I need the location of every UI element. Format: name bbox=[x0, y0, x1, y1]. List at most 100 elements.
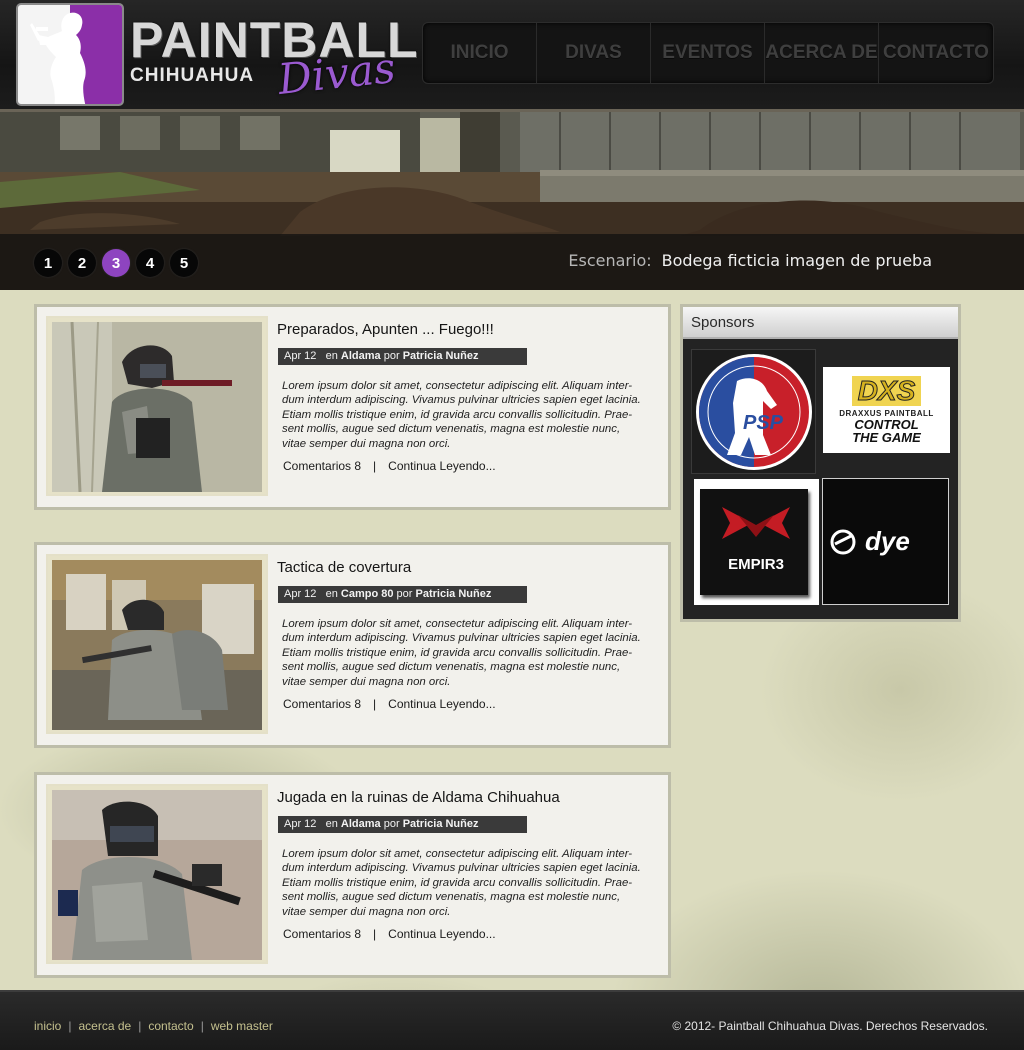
read-more-link[interactable]: Continua Leyendo... bbox=[388, 459, 495, 473]
footer-link-web-master[interactable]: web master bbox=[211, 1019, 273, 1033]
sponsor-dye-logo[interactable]: dye bbox=[822, 478, 949, 605]
footer-separator: | bbox=[68, 1019, 72, 1033]
post-actions-separator: | bbox=[373, 459, 377, 473]
dxs-logo-mark: DXS bbox=[851, 375, 922, 406]
site-footer: inicio | acerca de | contacto | web master © 2… bbox=[0, 990, 1024, 1050]
dye-logo-icon: dye bbox=[830, 526, 910, 556]
post-excerpt-line: Lorem ipsum dolor sit amet, consectetur … bbox=[282, 380, 633, 392]
slider-pagination: 1 2 3 4 5 bbox=[34, 249, 198, 277]
read-more-link[interactable]: Continua Leyendo... bbox=[388, 927, 495, 941]
hero-slider: 1 2 3 4 5 Escenario: Bodega ficticia imag… bbox=[0, 112, 1024, 290]
footer-separator: | bbox=[200, 1019, 204, 1033]
footer-link-acerca-de[interactable]: acerca de bbox=[78, 1019, 131, 1033]
post-excerpt: Lorem ipsum dolor sit amet, consectetur … bbox=[282, 379, 660, 451]
post-excerpt-line: vitae semper dui magna non orci. bbox=[282, 675, 451, 688]
main-nav: INICIO DIVAS EVENTOS ACERCA DE CONTACTO bbox=[422, 22, 994, 84]
nav-item-contacto[interactable]: CONTACTO bbox=[879, 23, 993, 83]
nav-item-acerca-de[interactable]: ACERCA DE bbox=[765, 23, 879, 83]
post-thumbnail[interactable] bbox=[46, 554, 268, 734]
slider-page-4[interactable]: 4 bbox=[136, 249, 164, 277]
post-title[interactable]: Jugada en la ruinas de Aldama Chihuahua bbox=[277, 789, 560, 806]
post-card: Jugada en la ruinas de Aldama Chihuahua … bbox=[34, 772, 671, 978]
post-author-link[interactable]: Patricia Nuñez bbox=[403, 350, 479, 362]
comments-link[interactable]: Comentarios 8 bbox=[283, 459, 361, 473]
post-in-label: en bbox=[325, 818, 338, 830]
post-date: Apr 12 bbox=[284, 350, 317, 362]
footer-separator: | bbox=[138, 1019, 142, 1033]
diva-silhouette-icon bbox=[30, 12, 86, 104]
nav-item-eventos[interactable]: EVENTOS bbox=[651, 23, 765, 83]
post-meta: Apr 12 en Aldama por Patricia Nuñez bbox=[278, 816, 527, 833]
post-title[interactable]: Tactica de covertura bbox=[277, 559, 411, 576]
post-in-label: en bbox=[325, 588, 338, 600]
post-meta: Apr 12 en Aldama por Patricia Nuñez bbox=[278, 348, 527, 365]
sponsor-psp-logo[interactable]: PSP bbox=[691, 349, 816, 474]
slider-caption: Escenario: Bodega ficticia imagen de prue… bbox=[568, 251, 932, 270]
sponsor-empire-logo[interactable]: EMPIR3 bbox=[694, 479, 819, 605]
post-excerpt-line: dum interdum adipiscing. Vivamus pulvina… bbox=[282, 394, 641, 407]
post-photo-image bbox=[52, 790, 262, 960]
post-thumbnail[interactable] bbox=[46, 316, 268, 496]
dye-logo-text: dye bbox=[865, 526, 910, 556]
post-excerpt-line: sent mollis, augue sed dictum venenatis,… bbox=[282, 423, 621, 436]
psp-logo-text: PSP bbox=[743, 412, 784, 434]
psp-logo-icon: PSP bbox=[695, 353, 812, 470]
slider-caption-label: Escenario: bbox=[568, 251, 652, 270]
post-excerpt-line: vitae semper dui magna non orci. bbox=[282, 905, 451, 918]
logo-wordmark[interactable]: PAINTBALL CHIHUAHUA Divas bbox=[130, 14, 420, 104]
post-category-link[interactable]: Campo 80 bbox=[341, 588, 394, 600]
post-card: Tactica de covertura Apr 12 en Campo 80 … bbox=[34, 542, 671, 748]
post-actions-separator: | bbox=[373, 697, 377, 711]
post-by-label: por bbox=[383, 350, 400, 362]
post-excerpt-line: Etiam mollis tristique enim, id gravida … bbox=[282, 876, 633, 889]
post-date: Apr 12 bbox=[284, 588, 317, 600]
post-excerpt: Lorem ipsum dolor sit amet, consectetur … bbox=[282, 847, 660, 919]
post-card: Preparados, Apunten ... Fuego!!! Apr 12 … bbox=[34, 304, 671, 510]
comments-link[interactable]: Comentarios 8 bbox=[283, 927, 361, 941]
footer-copyright: © 2012- Paintball Chihuahua Divas. Derec… bbox=[672, 1019, 988, 1033]
read-more-link[interactable]: Continua Leyendo... bbox=[388, 697, 495, 711]
post-photo-image bbox=[52, 560, 262, 730]
post-thumbnail[interactable] bbox=[46, 784, 268, 964]
sponsors-panel: Sponsors PSP DXS DRAXXUS PAINTBALL CONTR… bbox=[680, 304, 961, 622]
slider-caption-text: Bodega ficticia imagen de prueba bbox=[661, 251, 932, 270]
post-date: Apr 12 bbox=[284, 818, 317, 830]
nav-item-divas[interactable]: DIVAS bbox=[537, 23, 651, 83]
footer-link-inicio[interactable]: inicio bbox=[34, 1019, 61, 1033]
slider-page-2[interactable]: 2 bbox=[68, 249, 96, 277]
footer-link-contacto[interactable]: contacto bbox=[148, 1019, 193, 1033]
post-excerpt-line: dum interdum adipiscing. Vivamus pulvina… bbox=[282, 862, 641, 875]
sponsors-title: Sponsors bbox=[683, 307, 958, 339]
post-meta: Apr 12 en Campo 80 por Patricia Nuñez bbox=[278, 586, 527, 603]
post-category-link[interactable]: Aldama bbox=[341, 818, 381, 830]
logo-emblem[interactable] bbox=[16, 3, 124, 106]
post-excerpt: Lorem ipsum dolor sit amet, consectetur … bbox=[282, 617, 660, 689]
nav-item-inicio[interactable]: INICIO bbox=[423, 23, 537, 83]
post-category-link[interactable]: Aldama bbox=[341, 350, 381, 362]
empire-logo-text: EMPIR3 bbox=[728, 556, 784, 573]
post-excerpt-line: sent mollis, augue sed dictum venenatis,… bbox=[282, 891, 621, 904]
dxs-logo-block: DXS DRAXXUS PAINTBALL CONTROL THE GAME bbox=[823, 375, 950, 445]
post-title[interactable]: Preparados, Apunten ... Fuego!!! bbox=[277, 321, 494, 338]
post-excerpt-line: Etiam mollis tristique enim, id gravida … bbox=[282, 646, 633, 659]
post-author-link[interactable]: Patricia Nuñez bbox=[403, 818, 479, 830]
logo-city-text: CHIHUAHUA bbox=[130, 65, 255, 86]
slider-page-3[interactable]: 3 bbox=[102, 249, 130, 277]
empire-logo-icon: EMPIR3 bbox=[722, 507, 790, 573]
post-photo-image bbox=[52, 322, 262, 492]
post-excerpt-line: vitae semper dui magna non orci. bbox=[282, 437, 451, 450]
post-author-link[interactable]: Patricia Nuñez bbox=[416, 588, 492, 600]
dxs-logo-game: THE GAME bbox=[852, 430, 921, 445]
slider-page-1[interactable]: 1 bbox=[34, 249, 62, 277]
post-excerpt-line: dum interdum adipiscing. Vivamus pulvina… bbox=[282, 632, 641, 645]
slider-page-5[interactable]: 5 bbox=[170, 249, 198, 277]
post-by-label: por bbox=[383, 818, 400, 830]
post-by-label: por bbox=[396, 588, 413, 600]
post-actions: Comentarios 8 | Continua Leyendo... bbox=[283, 697, 496, 711]
comments-link[interactable]: Comentarios 8 bbox=[283, 697, 361, 711]
post-excerpt-line: Lorem ipsum dolor sit amet, consectetur … bbox=[282, 848, 633, 860]
post-excerpt-line: Lorem ipsum dolor sit amet, consectetur … bbox=[282, 618, 633, 630]
post-excerpt-line: sent mollis, augue sed dictum venenatis,… bbox=[282, 661, 621, 674]
post-excerpt-line: Etiam mollis tristique enim, id gravida … bbox=[282, 408, 633, 421]
sponsor-dxs-logo[interactable]: DXS DRAXXUS PAINTBALL CONTROL THE GAME bbox=[823, 367, 950, 453]
